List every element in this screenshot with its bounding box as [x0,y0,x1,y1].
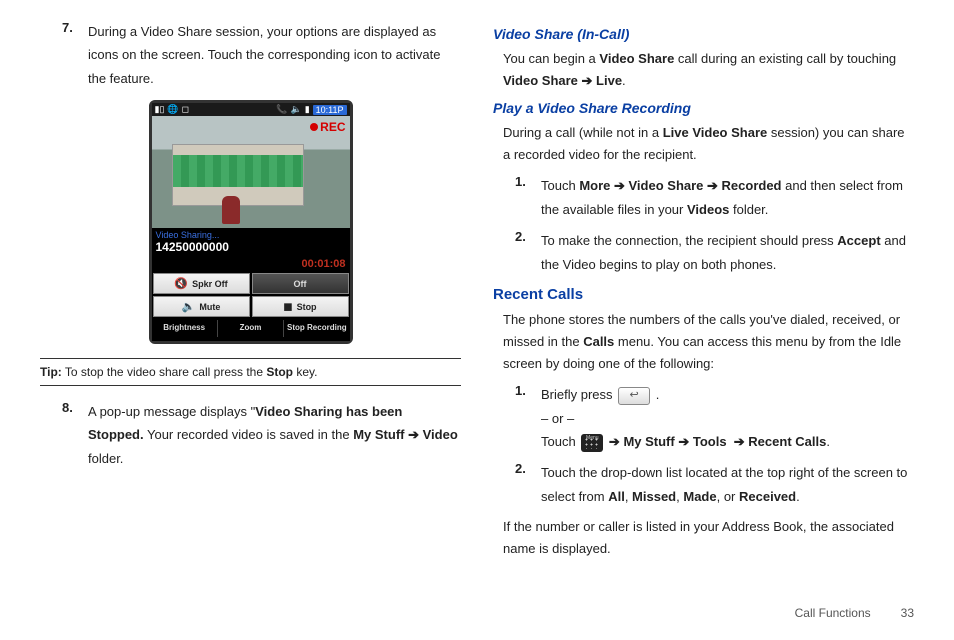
off-button[interactable]: Off [252,273,349,294]
call-timer: 00:01:08 [152,256,350,272]
heading-recent-calls: Recent Calls [493,286,914,303]
step-7: 7. During a Video Share session, your op… [40,20,461,90]
phone-video-preview: REC [152,116,350,228]
stop-button[interactable]: ◼Stop [252,296,349,317]
zoom-tab[interactable]: Zoom [218,320,284,337]
step-number: 2. [515,461,541,508]
para-play-recording: During a call (while not in a Live Video… [493,122,914,166]
page-footer: Call Functions 33 [40,600,914,620]
step-number: 7. [62,20,88,90]
call-icon: 📞 [276,104,287,115]
para-recent-calls: The phone stores the numbers of the call… [493,309,914,375]
speaker-icon: 🔇 [174,277,188,290]
speaker-icon: 🔈 [290,104,301,115]
signal-icon: ▮▯ [155,104,165,115]
step-number: 1. [515,174,541,221]
mute-icon: 🔈 [182,300,196,313]
brightness-tab[interactable]: Brightness [152,320,218,337]
battery-icon: ▮ [305,104,310,115]
phone-screenshot: ▮▯ 🌐 ◻ 📞 🔈 ▮ 10:11P REC Video Sharing...… [40,100,461,344]
step-text: Touch MoreVideo ShareRecorded and then s… [541,174,914,221]
heading-video-share-incall: Video Share (In-Call) [493,26,914,42]
network-icon: 🌐 [167,104,178,115]
step-8: 8. A pop-up message displays "Video Shar… [40,400,461,470]
footer-section: Call Functions [795,606,871,620]
footer-page-number: 33 [874,606,914,620]
video-sharing-label: Video Sharing... [152,228,350,240]
menu-grid-icon [581,434,603,452]
status-time: 10:11P [313,105,347,115]
step-text: To make the connection, the recipient sh… [541,229,914,276]
step-number: 8. [62,400,88,470]
rec-indicator: REC [310,120,345,134]
para-address-book: If the number or caller is listed in you… [493,516,914,560]
back-key-icon [618,387,650,405]
recording-step-1: 1. Touch MoreVideo ShareRecorded and the… [493,174,914,221]
heading-play-recording: Play a Video Share Recording [493,100,914,116]
status-icon: ◻ [182,104,189,115]
stop-recording-tab[interactable]: Stop Recording [284,320,349,337]
mute-button[interactable]: 🔈Mute [153,296,250,317]
speaker-off-button[interactable]: 🔇Spkr Off [153,273,250,294]
step-number: 1. [515,383,541,453]
step-number: 2. [515,229,541,276]
recent-step-2: 2. Touch the drop-down list located at t… [493,461,914,508]
para-video-share: You can begin a Video Share call during … [493,48,914,92]
stop-icon: ◼ [283,300,292,313]
phone-status-bar: ▮▯ 🌐 ◻ 📞 🔈 ▮ 10:11P [152,103,350,116]
recent-step-1: 1. Briefly press . – or – Touch My Stuff… [493,383,914,453]
recording-step-2: 2. To make the connection, the recipient… [493,229,914,276]
tip-box: Tip: To stop the video share call press … [40,358,461,386]
phone-number: 14250000000 [152,240,350,256]
phone-frame: ▮▯ 🌐 ◻ 📞 🔈 ▮ 10:11P REC Video Sharing...… [149,100,353,344]
tip-label: Tip: [40,365,62,379]
step-text: A pop-up message displays "Video Sharing… [88,400,461,470]
step-text: Touch the drop-down list located at the … [541,461,914,508]
step-text: During a Video Share session, your optio… [88,20,461,90]
step-text: Briefly press . – or – Touch My StuffToo… [541,383,914,453]
